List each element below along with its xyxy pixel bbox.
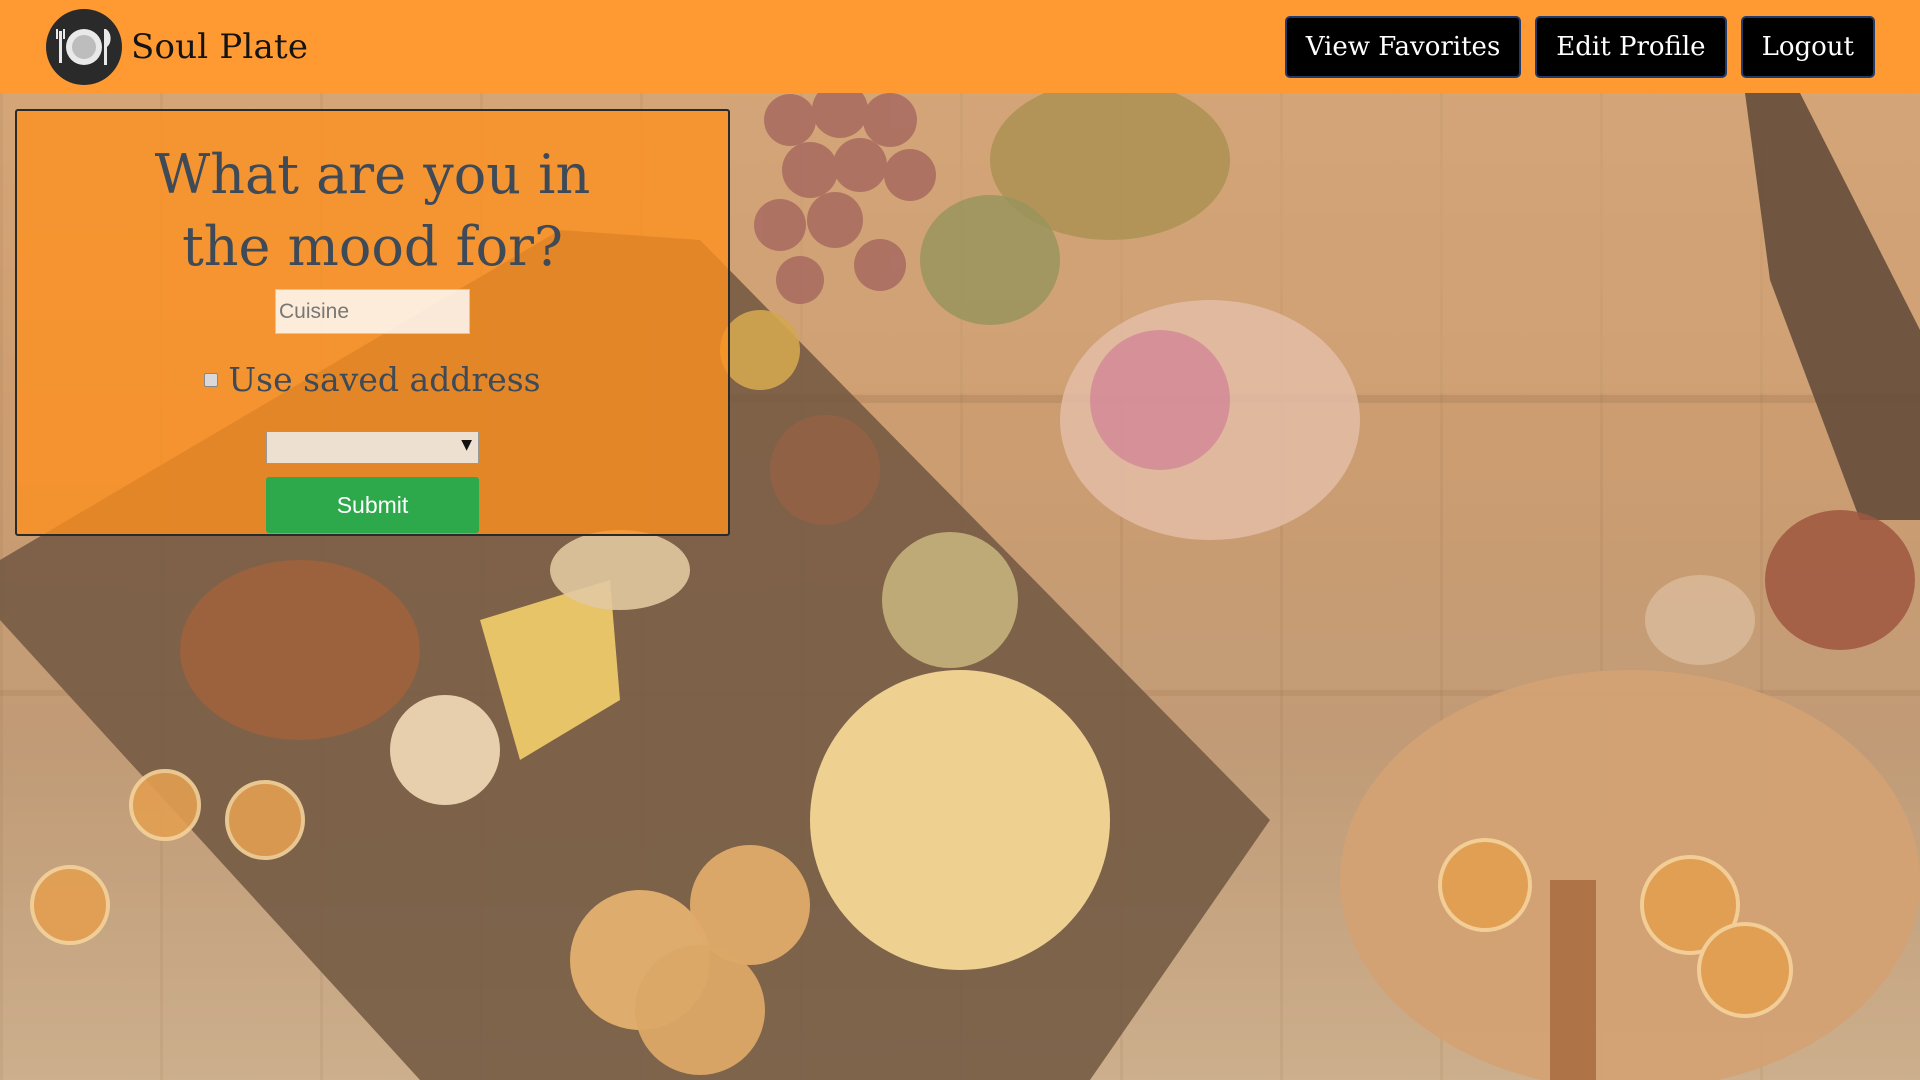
panel-title: What are you in the mood for?	[154, 143, 591, 278]
use-saved-address-checkbox[interactable]	[204, 372, 219, 387]
top-navbar: Soul Plate View Favorites Edit Profile L…	[0, 0, 1920, 93]
edit-profile-button[interactable]: Edit Profile	[1535, 15, 1727, 78]
cuisine-input[interactable]	[275, 289, 470, 334]
plate-fork-knife-icon	[46, 8, 122, 85]
address-select[interactable]: ▼	[266, 431, 479, 464]
dropdown-arrow-icon: ▼	[461, 437, 472, 453]
use-saved-address-label[interactable]: Use saved address	[228, 360, 540, 399]
mood-search-panel: What are you in the mood for? Use saved …	[15, 109, 730, 536]
view-favorites-button[interactable]: View Favorites	[1284, 15, 1522, 78]
logout-button[interactable]: Logout	[1740, 15, 1875, 78]
submit-button[interactable]: Submit	[266, 477, 479, 533]
brand[interactable]: Soul Plate	[46, 8, 309, 85]
nav-actions: View Favorites Edit Profile Logout	[1284, 15, 1875, 78]
use-saved-address-row: Use saved address	[204, 360, 541, 399]
brand-name: Soul Plate	[131, 26, 309, 67]
